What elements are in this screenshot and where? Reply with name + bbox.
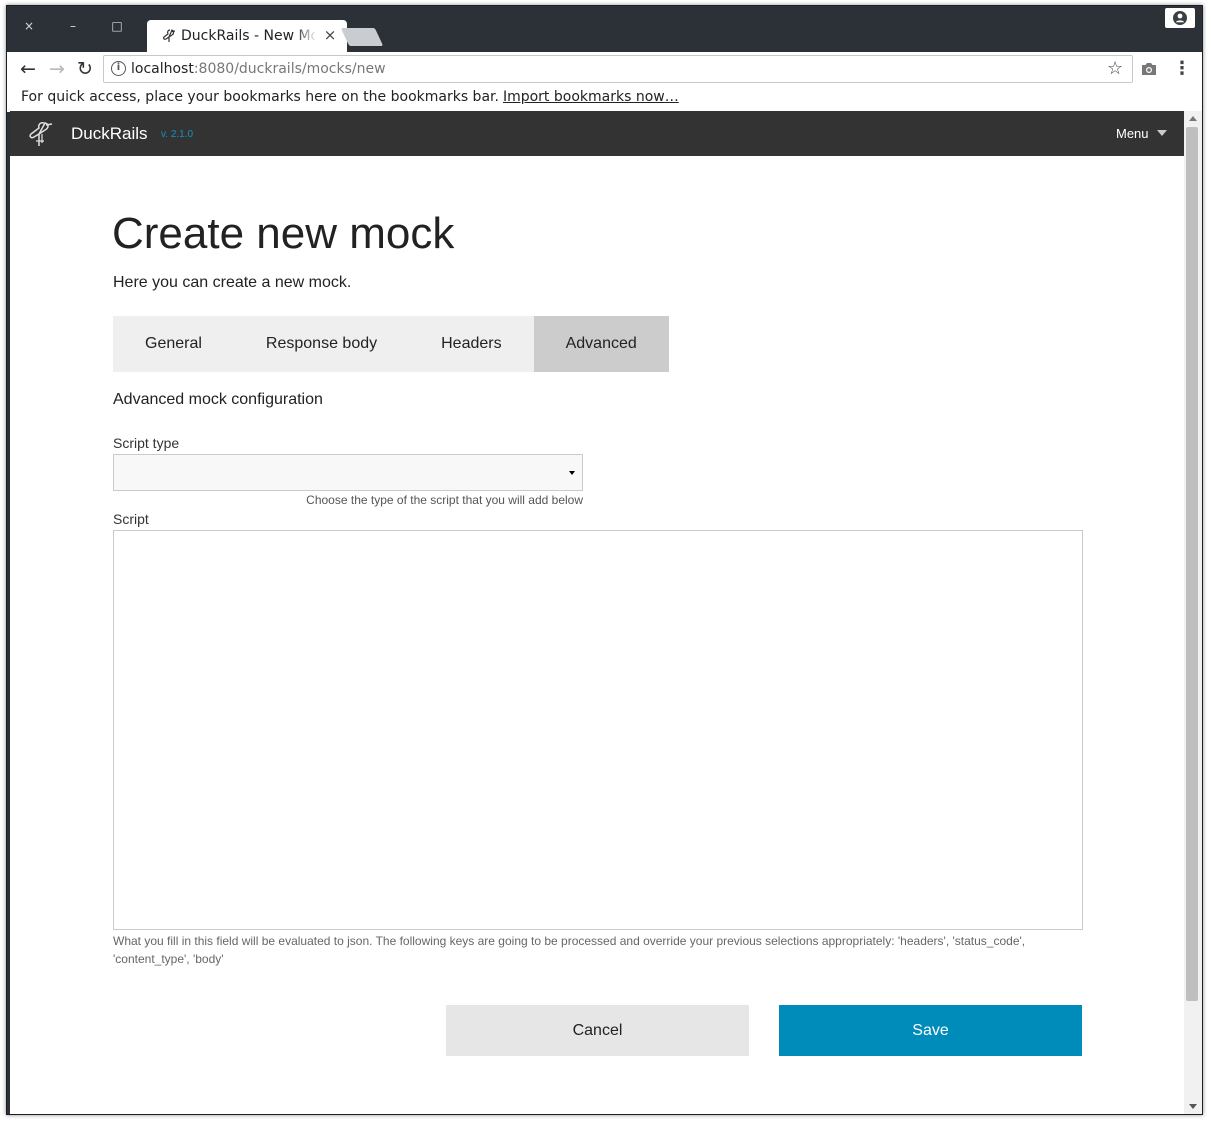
bookmarks-message: For quick access, place your bookmarks h… bbox=[21, 89, 679, 105]
cancel-button[interactable]: Cancel bbox=[446, 1005, 749, 1056]
chevron-down-icon bbox=[569, 471, 575, 475]
browser-tab-active[interactable]: DuckRails - New Mock × bbox=[147, 20, 347, 52]
bookmarks-hint: For quick access, place your bookmarks h… bbox=[21, 89, 499, 105]
tab-headers[interactable]: Headers bbox=[409, 316, 533, 372]
forward-arrow-icon[interactable]: → bbox=[46, 58, 68, 80]
scrollbar[interactable] bbox=[1184, 111, 1202, 1114]
reload-icon[interactable]: ↻ bbox=[74, 58, 96, 80]
mock-tabs: General Response body Headers Advanced bbox=[113, 316, 669, 372]
scroll-up-icon[interactable] bbox=[1189, 116, 1197, 121]
menu-button[interactable]: Menu bbox=[1116, 126, 1167, 141]
menu-label: Menu bbox=[1116, 126, 1149, 141]
tab-response-body[interactable]: Response body bbox=[234, 316, 409, 372]
back-arrow-icon[interactable]: ← bbox=[17, 58, 39, 80]
browser-window: × – □ DuckRails - New Mock × ← → ↻ i bbox=[6, 5, 1203, 1115]
script-type-help: Choose the type of the script that you w… bbox=[306, 493, 583, 507]
window-close-icon[interactable]: × bbox=[21, 18, 37, 34]
import-bookmarks-link[interactable]: Import bookmarks now… bbox=[503, 89, 679, 105]
section-heading: Advanced mock configuration bbox=[113, 391, 323, 408]
save-button[interactable]: Save bbox=[779, 1005, 1082, 1056]
profile-button[interactable] bbox=[1165, 8, 1195, 28]
window-maximize-icon[interactable]: □ bbox=[109, 18, 125, 34]
url-path: :8080/duckrails/mocks/new bbox=[193, 61, 386, 77]
page-subtitle: Here you can create a new mock. bbox=[113, 274, 352, 291]
window-minimize-icon[interactable]: – bbox=[65, 18, 81, 34]
tab-advanced[interactable]: Advanced bbox=[533, 316, 669, 372]
profile-icon bbox=[1173, 11, 1187, 25]
page-viewport: DuckRails v. 2.1.0 Menu Create new mock … bbox=[10, 111, 1184, 1114]
script-help: What you fill in this field will be eval… bbox=[113, 934, 1026, 966]
tab-close-icon[interactable]: × bbox=[321, 26, 339, 44]
app-navbar: DuckRails v. 2.1.0 Menu bbox=[10, 111, 1184, 156]
script-type-select[interactable] bbox=[113, 454, 583, 491]
more-vert-icon[interactable]: ⋮ bbox=[1173, 58, 1191, 80]
star-icon[interactable]: ☆ bbox=[1107, 59, 1123, 79]
camera-icon[interactable] bbox=[1140, 60, 1158, 78]
info-icon[interactable]: i bbox=[111, 61, 126, 76]
duck-icon bbox=[163, 29, 176, 42]
tab-title-fade bbox=[295, 26, 317, 46]
title-bar: × – □ DuckRails - New Mock × bbox=[7, 6, 1202, 52]
url-host: localhost bbox=[131, 61, 194, 77]
script-textarea[interactable] bbox=[113, 530, 1083, 930]
script-label: Script bbox=[113, 511, 149, 527]
url-text[interactable]: localhost:8080/duckrails/mocks/new bbox=[131, 61, 386, 77]
bookmarks-bar: For quick access, place your bookmarks h… bbox=[7, 87, 1202, 112]
duck-logo-icon[interactable] bbox=[24, 119, 56, 149]
page-title: Create new mock bbox=[112, 209, 455, 258]
app-version: v. 2.1.0 bbox=[161, 129, 194, 140]
scroll-down-icon[interactable] bbox=[1189, 1104, 1197, 1109]
address-bar[interactable]: i localhost:8080/duckrails/mocks/new ☆ bbox=[103, 55, 1133, 83]
brand-name[interactable]: DuckRails bbox=[71, 124, 148, 144]
browser-toolbar: ← → ↻ i localhost:8080/duckrails/mocks/n… bbox=[7, 52, 1202, 87]
tab-general[interactable]: General bbox=[113, 316, 234, 372]
script-type-label: Script type bbox=[113, 435, 180, 451]
chevron-down-icon bbox=[1156, 130, 1167, 136]
new-tab-button[interactable] bbox=[340, 28, 384, 46]
scrollbar-thumb[interactable] bbox=[1186, 127, 1198, 1001]
